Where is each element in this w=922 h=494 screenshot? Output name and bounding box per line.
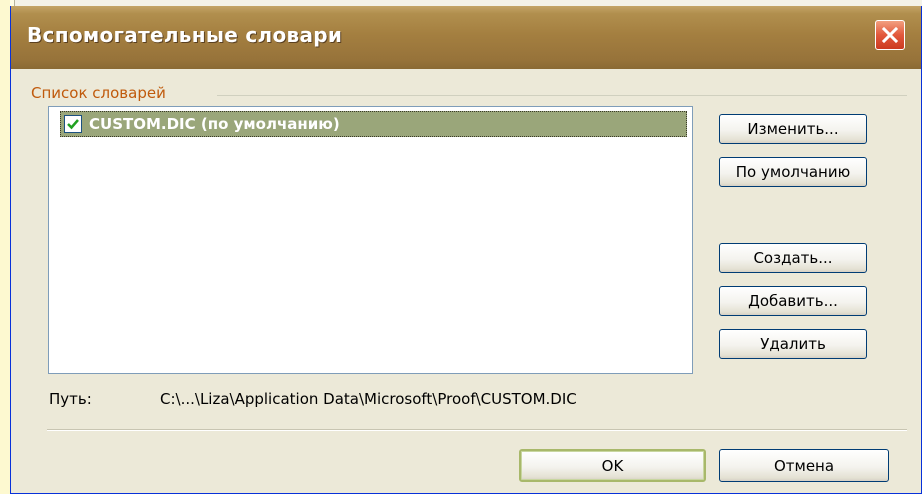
create-button[interactable]: Создать... — [719, 243, 867, 273]
dictionary-list-label: Список словарей — [31, 84, 166, 102]
background-left-strip — [0, 0, 10, 494]
ok-button[interactable]: OK — [519, 449, 706, 482]
dictionary-name: CUSTOM.DIC (по умолчанию) — [89, 115, 340, 133]
path-value: C:\...\Liza\Application Data\Microsoft\P… — [160, 390, 577, 408]
add-button[interactable]: Добавить... — [719, 286, 867, 316]
path-label: Путь: — [49, 390, 92, 408]
delete-button[interactable]: Удалить — [719, 329, 867, 359]
footer-separator — [47, 429, 907, 431]
dictionary-listbox[interactable]: CUSTOM.DIC (по умолчанию) — [48, 106, 693, 374]
custom-dictionaries-dialog: Вспомогательные словари Список словарей … — [10, 6, 922, 494]
title-bar[interactable]: Вспомогательные словари — [11, 6, 921, 69]
set-default-button[interactable]: По умолчанию — [719, 157, 867, 187]
modify-button[interactable]: Изменить... — [719, 114, 867, 144]
groupbox-divider — [217, 95, 907, 96]
close-icon — [881, 26, 899, 44]
checkmark-icon — [67, 119, 79, 130]
dictionary-checkbox[interactable] — [64, 115, 82, 133]
dialog-title: Вспомогательные словари — [27, 23, 343, 47]
close-button[interactable] — [875, 20, 905, 50]
list-item-custom-dic[interactable]: CUSTOM.DIC (по умолчанию) — [60, 111, 687, 137]
cancel-button[interactable]: Отмена — [719, 449, 889, 482]
